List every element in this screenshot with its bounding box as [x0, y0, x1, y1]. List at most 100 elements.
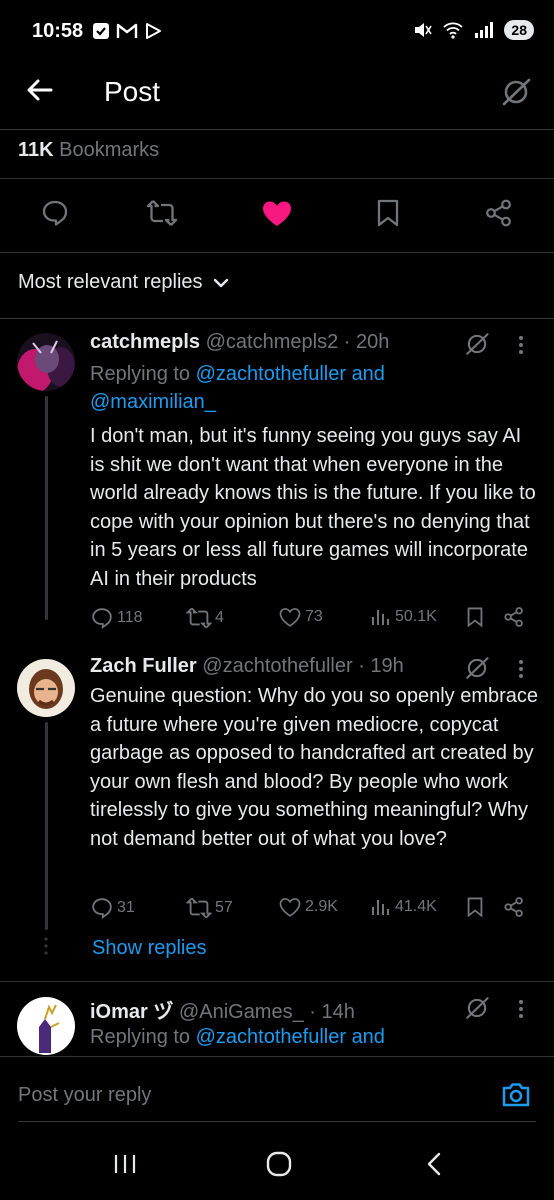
bookmark-button[interactable] — [465, 896, 485, 918]
like-count-button[interactable]: 2.9K — [278, 896, 338, 918]
grok-icon — [466, 657, 489, 679]
avatar[interactable] — [17, 997, 75, 1055]
views-count: 50.1K — [395, 608, 437, 625]
back-button[interactable] — [24, 74, 56, 106]
sort-divider — [0, 318, 554, 319]
author-name[interactable]: catchmepls — [90, 331, 200, 353]
recent-apps-button[interactable] — [112, 1152, 138, 1176]
author-name[interactable]: Zach Fuller — [90, 655, 197, 677]
reply-count: 31 — [117, 899, 135, 916]
replying-to-prefix: Replying to — [90, 363, 191, 385]
reply-count-button[interactable]: 31 — [90, 896, 135, 920]
repost-button[interactable] — [146, 198, 178, 228]
grok-icon — [466, 997, 489, 1019]
reply-stats: 118 4 73 50.1K — [90, 606, 540, 632]
analytics-icon — [372, 900, 389, 915]
repost-count: 57 — [215, 899, 233, 916]
gmail-icon — [116, 22, 138, 40]
reply-icon — [92, 898, 112, 920]
battery-indicator: 28 — [504, 20, 534, 40]
reply-input[interactable]: Post your reply — [18, 1084, 151, 1107]
thread-line — [45, 722, 48, 930]
nav-back-button[interactable] — [424, 1151, 444, 1177]
check-box-icon — [92, 22, 110, 40]
composer-underline — [18, 1121, 536, 1122]
status-time: 10:58 — [32, 20, 84, 42]
actions-divider — [0, 252, 554, 253]
bookmark-button[interactable] — [465, 606, 485, 628]
reply-text: Genuine question: Why do you so openly e… — [90, 685, 539, 850]
repost-icon — [186, 607, 212, 629]
author-name[interactable]: iOmar ヅ — [90, 1001, 173, 1023]
bookmarks-count[interactable]: 11K Bookmarks — [18, 139, 159, 162]
like-count-button[interactable]: 73 — [278, 606, 323, 628]
avatar-image-zach-fuller — [17, 659, 75, 717]
analytics-icon — [372, 610, 389, 625]
like-button[interactable] — [261, 198, 293, 228]
sort-label: Most relevant replies — [18, 271, 203, 293]
reply-sort-dropdown[interactable]: Most relevant replies — [18, 271, 229, 294]
thread-line-dots — [44, 936, 48, 956]
reply-icon — [92, 608, 112, 630]
home-icon — [266, 1151, 292, 1177]
bookmark-button[interactable] — [374, 198, 402, 228]
reply-icon — [42, 200, 68, 226]
grok-button[interactable] — [464, 331, 490, 357]
replying-to: Replying to @zachtothefuller and @maximi… — [90, 360, 540, 416]
more-options-button[interactable] — [516, 998, 526, 1020]
reply-text: I don't man, but it's funny seeing you g… — [90, 425, 536, 590]
show-replies-link[interactable]: Show replies — [92, 937, 207, 960]
camera-button[interactable] — [500, 1079, 532, 1111]
repost-count-button[interactable]: 57 — [186, 896, 233, 920]
views-count-button[interactable]: 50.1K — [370, 606, 437, 628]
reply-button[interactable] — [40, 198, 70, 228]
play-store-icon — [144, 22, 162, 40]
replying-to-link[interactable]: @zachtothefuller and — [196, 363, 385, 385]
share-icon — [486, 199, 511, 227]
more-vertical-icon — [519, 660, 523, 678]
share-icon — [504, 607, 523, 627]
back-icon — [427, 1152, 441, 1176]
share-button[interactable] — [503, 606, 525, 628]
like-icon — [279, 898, 301, 917]
avatar-image-catchmepls — [17, 333, 75, 391]
post-time: · 19h — [358, 655, 404, 677]
author-handle[interactable]: @catchmepls2 — [206, 331, 339, 353]
bookmark-icon — [467, 897, 483, 918]
avatar[interactable] — [17, 333, 75, 391]
repost-icon — [146, 200, 178, 226]
replying-to-link[interactable]: @maximilian_ — [90, 391, 216, 413]
author-handle[interactable]: @zachtothefuller — [202, 655, 352, 677]
reply-header: Zach Fuller @zachtothefuller · 19h — [90, 655, 404, 678]
post-action-bar — [0, 198, 554, 234]
thread-divider — [0, 981, 554, 982]
replying-to-link[interactable]: @zachtothefuller and — [196, 1026, 385, 1048]
more-options-button[interactable] — [516, 334, 526, 356]
reply-header: iOmar ヅ @AniGames_ · 14h — [90, 995, 355, 1024]
avatar[interactable] — [17, 659, 75, 717]
more-vertical-icon — [519, 336, 523, 354]
share-button[interactable] — [484, 198, 514, 228]
views-count-button[interactable]: 41.4K — [370, 896, 437, 918]
share-icon — [504, 897, 523, 917]
grok-button[interactable] — [500, 76, 532, 108]
share-button[interactable] — [503, 896, 525, 918]
grok-icon — [466, 333, 489, 355]
header-divider — [0, 129, 554, 130]
grok-button[interactable] — [464, 655, 490, 681]
arrow-left-icon — [27, 79, 53, 101]
reply-stats: 31 57 2.9K 41.4K — [90, 896, 540, 922]
system-icons: 28 — [412, 20, 534, 40]
camera-icon — [502, 1083, 530, 1107]
system-nav-bar — [0, 1140, 554, 1200]
chevron-down-icon — [213, 278, 228, 287]
stats-divider — [0, 178, 554, 179]
mute-icon — [412, 20, 433, 40]
home-button[interactable] — [265, 1151, 293, 1177]
reply-count-button[interactable]: 118 — [90, 606, 143, 630]
grok-button[interactable] — [464, 995, 490, 1021]
author-handle[interactable]: @AniGames_ — [179, 1001, 304, 1023]
repost-count-button[interactable]: 4 — [186, 606, 224, 630]
more-options-button[interactable] — [516, 658, 526, 680]
more-vertical-icon — [519, 1000, 523, 1018]
